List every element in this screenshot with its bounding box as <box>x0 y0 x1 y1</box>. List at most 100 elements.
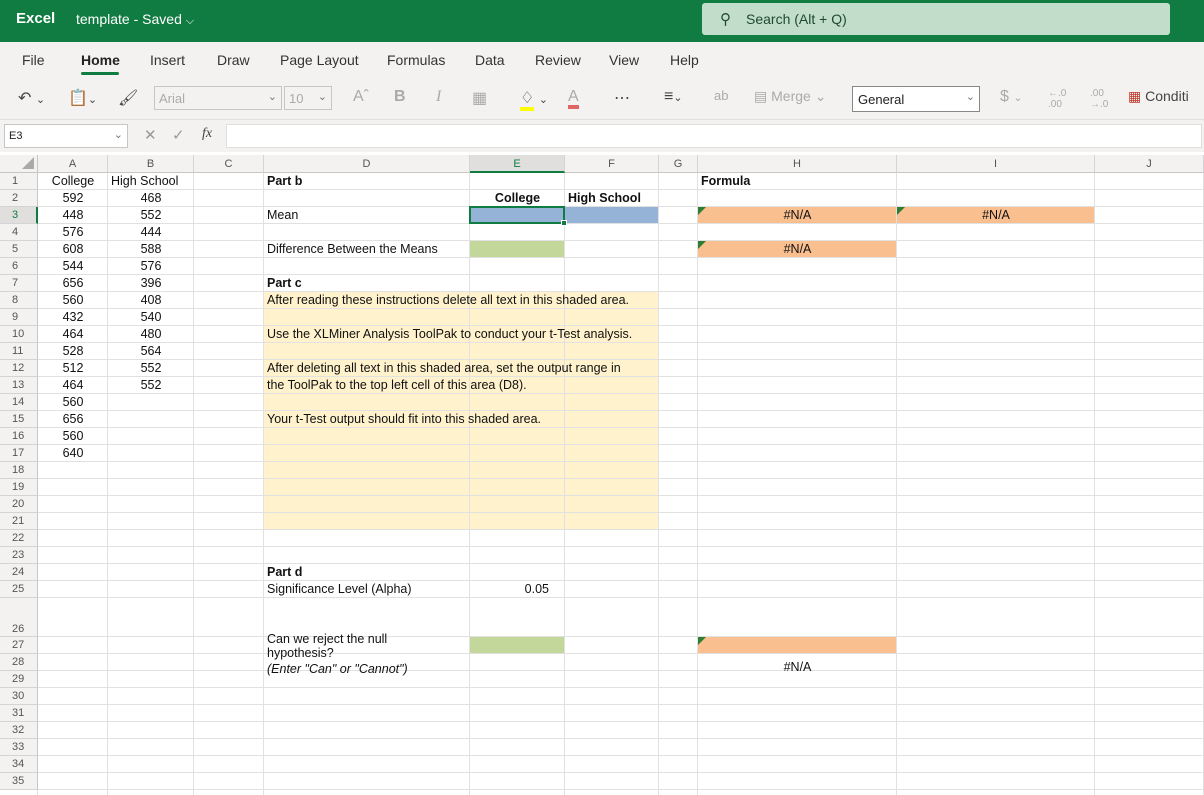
increase-decimal-icon[interactable]: ←.0.00 <box>1048 88 1066 110</box>
error-indicator-icon[interactable] <box>698 241 706 249</box>
tab-review[interactable]: Review <box>535 52 581 68</box>
cell-e25[interactable]: 0.05 <box>470 581 549 597</box>
fill-color-icon[interactable]: ♢ ⌄ <box>520 88 548 111</box>
formula-cell-h27[interactable] <box>698 637 897 654</box>
format-painter-icon[interactable]: 🖌 <box>118 88 138 108</box>
cell-d12[interactable]: After deleting all text in this shaded a… <box>267 360 621 376</box>
select-all-corner[interactable] <box>0 155 38 173</box>
row-header-4[interactable]: 4 <box>0 224 38 241</box>
difference-input-cell[interactable] <box>470 241 565 258</box>
cell-d7[interactable]: Part c <box>267 275 302 291</box>
tab-file[interactable]: File <box>22 52 45 68</box>
tab-page-layout[interactable]: Page Layout <box>280 52 359 68</box>
decrease-decimal-icon[interactable]: .00 →.0 <box>1090 88 1108 110</box>
cell-h3[interactable]: #N/A <box>698 207 897 223</box>
align-icon[interactable]: ≡⌄ <box>664 88 683 106</box>
font-color-icon[interactable]: A <box>568 88 579 109</box>
cell-a16[interactable]: 560 <box>38 428 108 444</box>
column-header-g[interactable]: G <box>659 155 698 173</box>
increase-font-icon[interactable]: Aˆ <box>353 88 369 106</box>
column-header-e[interactable]: E <box>470 155 565 173</box>
row-header-24[interactable]: 24 <box>0 564 38 581</box>
cell-h1[interactable]: Formula <box>701 173 750 189</box>
error-indicator-icon[interactable] <box>698 207 706 215</box>
document-title[interactable]: template - Saved ⌵ <box>76 11 194 28</box>
cell-b12[interactable]: 552 <box>108 360 194 376</box>
cell-d10[interactable]: Use the XLMiner Analysis ToolPak to cond… <box>267 326 632 342</box>
app-name[interactable]: Excel <box>16 10 55 27</box>
column-header-a[interactable]: A <box>38 155 108 173</box>
cell-d1[interactable]: Part b <box>267 173 302 189</box>
row-header-6[interactable]: 6 <box>0 258 38 275</box>
row-header-32[interactable]: 32 <box>0 722 38 739</box>
row-header-17[interactable]: 17 <box>0 445 38 462</box>
row-header-5[interactable]: 5 <box>0 241 38 258</box>
cell-a4[interactable]: 576 <box>38 224 108 240</box>
currency-icon[interactable]: $ ⌄ <box>1000 88 1023 106</box>
row-header-18[interactable]: 18 <box>0 462 38 479</box>
cell-b7[interactable]: 396 <box>108 275 194 291</box>
row-header-30[interactable]: 30 <box>0 688 38 705</box>
cell-d5[interactable]: Difference Between the Means <box>267 241 438 257</box>
cell-d27c[interactable]: (Enter "Can" or "Cannot") <box>267 661 408 677</box>
formula-input[interactable] <box>226 124 1202 148</box>
spreadsheet-grid[interactable]: A B C D E F G H I J 1 2 3 4 5 6 7 8 9 10 11 12 13 14 15 16 17 18 19 2… <box>0 155 1204 795</box>
cell-d27b[interactable]: hypothesis? <box>267 645 334 661</box>
tab-home[interactable]: Home <box>81 52 120 68</box>
cell-b9[interactable]: 540 <box>108 309 194 325</box>
row-header-26[interactable]: 26 <box>0 598 38 637</box>
cell-a9[interactable]: 432 <box>38 309 108 325</box>
cell-d25[interactable]: Significance Level (Alpha) <box>267 581 412 597</box>
row-header-31[interactable]: 31 <box>0 705 38 722</box>
borders-icon[interactable]: ▦ <box>472 88 487 108</box>
cell-f2[interactable]: High School <box>568 190 641 206</box>
cell-b5[interactable]: 588 <box>108 241 194 257</box>
cell-b1[interactable]: High School <box>111 173 178 189</box>
font-name-box[interactable]: Arial ⌄ <box>154 86 282 110</box>
cell-h27[interactable]: #N/A <box>698 659 897 675</box>
tab-view[interactable]: View <box>609 52 639 68</box>
row-header-13[interactable]: 13 <box>0 377 38 394</box>
cell-a10[interactable]: 464 <box>38 326 108 342</box>
row-header-7[interactable]: 7 <box>0 275 38 292</box>
column-header-f[interactable]: F <box>565 155 659 173</box>
tab-insert[interactable]: Insert <box>150 52 185 68</box>
row-header-16[interactable]: 16 <box>0 428 38 445</box>
row-header-8[interactable]: 8 <box>0 292 38 309</box>
cell-d15[interactable]: Your t-Test output should fit into this … <box>267 411 541 427</box>
cell-b3[interactable]: 552 <box>108 207 194 223</box>
search-box[interactable]: ⚲ Search (Alt + Q) <box>702 3 1170 35</box>
row-header-10[interactable]: 10 <box>0 326 38 343</box>
enter-icon[interactable]: ✓ <box>172 126 185 144</box>
paste-icon[interactable]: 📋⌄ <box>68 88 97 108</box>
name-box[interactable]: E3 ⌄ <box>4 124 128 148</box>
column-header-d[interactable]: D <box>264 155 470 173</box>
wrap-text-icon[interactable]: ab <box>714 88 728 103</box>
cell-b8[interactable]: 408 <box>108 292 194 308</box>
tab-data[interactable]: Data <box>475 52 505 68</box>
column-header-b[interactable]: B <box>108 155 194 173</box>
reject-input-cell[interactable] <box>470 637 565 654</box>
column-header-h[interactable]: H <box>698 155 897 173</box>
font-size-box[interactable]: 10 ⌄ <box>284 86 332 110</box>
column-header-i[interactable]: I <box>897 155 1095 173</box>
cell-a3[interactable]: 448 <box>38 207 108 223</box>
cancel-icon[interactable]: ✕ <box>144 126 157 144</box>
cell-h5[interactable]: #N/A <box>698 241 897 257</box>
cell-b4[interactable]: 444 <box>108 224 194 240</box>
cell-b13[interactable]: 552 <box>108 377 194 393</box>
tab-help[interactable]: Help <box>670 52 699 68</box>
row-header-34[interactable]: 34 <box>0 756 38 773</box>
cell-a13[interactable]: 464 <box>38 377 108 393</box>
error-indicator-icon[interactable] <box>698 637 706 645</box>
column-header-j[interactable]: J <box>1095 155 1204 173</box>
row-header-35[interactable]: 35 <box>0 773 38 790</box>
row-header-14[interactable]: 14 <box>0 394 38 411</box>
cell-b2[interactable]: 468 <box>108 190 194 206</box>
cell-a1[interactable]: College <box>38 173 108 189</box>
row-header-9[interactable]: 9 <box>0 309 38 326</box>
row-header-19[interactable]: 19 <box>0 479 38 496</box>
mean-highschool-cell[interactable] <box>565 207 659 224</box>
row-header-33[interactable]: 33 <box>0 739 38 756</box>
cell-a11[interactable]: 528 <box>38 343 108 359</box>
